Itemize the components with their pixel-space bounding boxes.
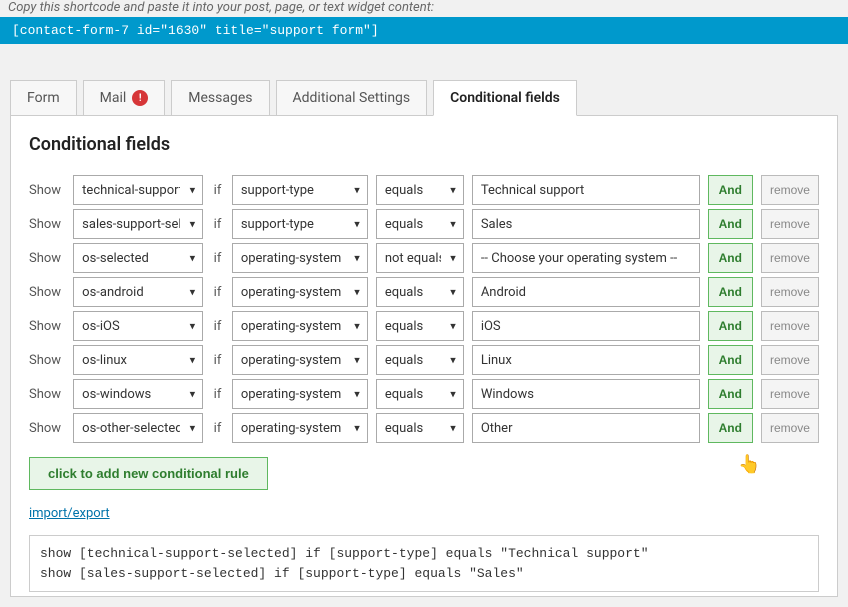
show-label: Show: [29, 319, 65, 334]
tab-mail-label: Mail: [100, 90, 127, 106]
operator-select[interactable]: equals: [376, 277, 464, 307]
rule-row: Show os-windows if operating-system equa…: [29, 379, 819, 409]
and-button[interactable]: And: [708, 413, 753, 443]
rules-list: Show technical-support if support-type e…: [29, 175, 819, 443]
operator-select[interactable]: equals: [376, 413, 464, 443]
group-select[interactable]: os-linux: [73, 345, 203, 375]
field-select[interactable]: operating-system: [232, 379, 368, 409]
operator-select[interactable]: not equals: [376, 243, 464, 273]
rule-row: Show os-other-selected if operating-syst…: [29, 413, 819, 443]
remove-button[interactable]: remove: [761, 345, 819, 375]
group-select[interactable]: os-android: [73, 277, 203, 307]
if-label: if: [211, 387, 224, 402]
and-button[interactable]: And: [708, 209, 753, 239]
and-button[interactable]: And: [708, 175, 753, 205]
group-select[interactable]: os-selected: [73, 243, 203, 273]
show-label: Show: [29, 387, 65, 402]
export-textarea[interactable]: show [technical-support-selected] if [su…: [29, 535, 819, 592]
add-conditional-rule-button[interactable]: click to add new conditional rule: [29, 457, 268, 490]
value-input[interactable]: [472, 413, 700, 443]
operator-select[interactable]: equals: [376, 209, 464, 239]
show-label: Show: [29, 217, 65, 232]
rule-row: Show os-linux if operating-system equals…: [29, 345, 819, 375]
tab-mail[interactable]: Mail !: [83, 80, 166, 115]
import-export-link[interactable]: import/export: [29, 506, 110, 521]
and-button[interactable]: And: [708, 243, 753, 273]
section-title: Conditional fields: [29, 134, 819, 155]
if-label: if: [211, 353, 224, 368]
group-select[interactable]: os-other-selected: [73, 413, 203, 443]
value-input[interactable]: [472, 209, 700, 239]
tabs: Form Mail ! Messages Additional Settings…: [10, 80, 848, 115]
group-select[interactable]: os-windows: [73, 379, 203, 409]
if-label: if: [211, 251, 224, 266]
if-label: if: [211, 421, 224, 436]
value-input[interactable]: [472, 345, 700, 375]
rule-row: Show os-android if operating-system equa…: [29, 277, 819, 307]
value-input[interactable]: [472, 175, 700, 205]
field-select[interactable]: operating-system: [232, 413, 368, 443]
and-button[interactable]: And: [708, 345, 753, 375]
field-select[interactable]: operating-system: [232, 277, 368, 307]
value-input[interactable]: [472, 379, 700, 409]
if-label: if: [211, 183, 224, 198]
tab-form[interactable]: Form: [10, 80, 77, 115]
field-select[interactable]: support-type: [232, 209, 368, 239]
show-label: Show: [29, 251, 65, 266]
show-label: Show: [29, 353, 65, 368]
value-input[interactable]: [472, 243, 700, 273]
rule-row: Show sales-support-sel if support-type e…: [29, 209, 819, 239]
rule-row: Show technical-support if support-type e…: [29, 175, 819, 205]
cursor-hand-icon: 👆: [738, 454, 760, 475]
rule-row: Show os-iOS if operating-system equals A…: [29, 311, 819, 341]
operator-select[interactable]: equals: [376, 379, 464, 409]
field-select[interactable]: operating-system: [232, 243, 368, 273]
rule-row: Show os-selected if operating-system not…: [29, 243, 819, 273]
remove-button[interactable]: remove: [761, 175, 819, 205]
tab-messages[interactable]: Messages: [171, 80, 269, 115]
operator-select[interactable]: equals: [376, 345, 464, 375]
group-select[interactable]: technical-support: [73, 175, 203, 205]
remove-button[interactable]: remove: [761, 311, 819, 341]
operator-select[interactable]: equals: [376, 311, 464, 341]
shortcode-hint: Copy this shortcode and paste it into yo…: [0, 0, 848, 17]
group-select[interactable]: os-iOS: [73, 311, 203, 341]
field-select[interactable]: operating-system: [232, 311, 368, 341]
conditional-fields-panel: Conditional fields Show technical-suppor…: [10, 115, 838, 597]
value-input[interactable]: [472, 277, 700, 307]
field-select[interactable]: support-type: [232, 175, 368, 205]
remove-button[interactable]: remove: [761, 379, 819, 409]
if-label: if: [211, 319, 224, 334]
shortcode-bar[interactable]: [contact-form-7 id="1630" title="support…: [0, 17, 848, 44]
remove-button[interactable]: remove: [761, 277, 819, 307]
show-label: Show: [29, 421, 65, 436]
if-label: if: [211, 285, 224, 300]
and-button[interactable]: And: [708, 379, 753, 409]
operator-select[interactable]: equals: [376, 175, 464, 205]
if-label: if: [211, 217, 224, 232]
and-button[interactable]: And: [708, 277, 753, 307]
show-label: Show: [29, 285, 65, 300]
and-button[interactable]: And: [708, 311, 753, 341]
remove-button[interactable]: remove: [761, 243, 819, 273]
show-label: Show: [29, 183, 65, 198]
tab-conditional-fields[interactable]: Conditional fields: [433, 80, 577, 116]
field-select[interactable]: operating-system: [232, 345, 368, 375]
remove-button[interactable]: remove: [761, 413, 819, 443]
alert-icon: !: [132, 90, 148, 106]
value-input[interactable]: [472, 311, 700, 341]
group-select[interactable]: sales-support-sel: [73, 209, 203, 239]
tab-additional-settings[interactable]: Additional Settings: [276, 80, 428, 115]
remove-button[interactable]: remove: [761, 209, 819, 239]
